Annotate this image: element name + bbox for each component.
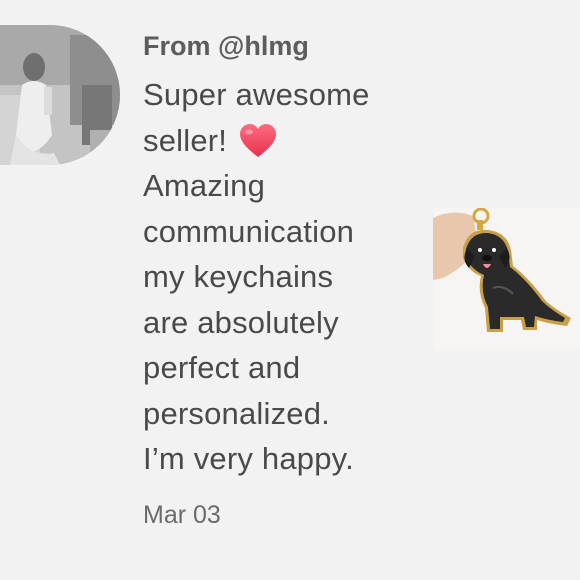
review-line: personalized.	[143, 395, 330, 431]
review-line: seller!	[143, 122, 228, 158]
review-line: Amazing	[143, 168, 266, 203]
review-line: my keychains	[143, 259, 334, 294]
reviewer-photo	[0, 25, 120, 165]
review-line: Super awesome	[143, 77, 370, 112]
reviewer-avatar[interactable]	[0, 25, 120, 165]
reviewer-handle[interactable]: From @hlmg	[143, 28, 433, 64]
review-text: Super awesome seller! Amazing communicat…	[143, 72, 433, 482]
review-date: Mar 03	[143, 500, 221, 529]
review-line: are absolutely	[143, 304, 339, 340]
heart-emoji-icon	[238, 123, 278, 159]
review-content: From @hlmg Super awesome seller! Amazing…	[143, 28, 433, 532]
product-thumbnail[interactable]	[433, 208, 580, 351]
review-line: perfect and	[143, 350, 301, 385]
review-line-with-emoji: seller!	[143, 118, 433, 164]
dog-keychain-image	[433, 208, 580, 351]
review-line: I’m very happy.	[143, 441, 354, 476]
review-line: communication	[143, 213, 355, 249]
